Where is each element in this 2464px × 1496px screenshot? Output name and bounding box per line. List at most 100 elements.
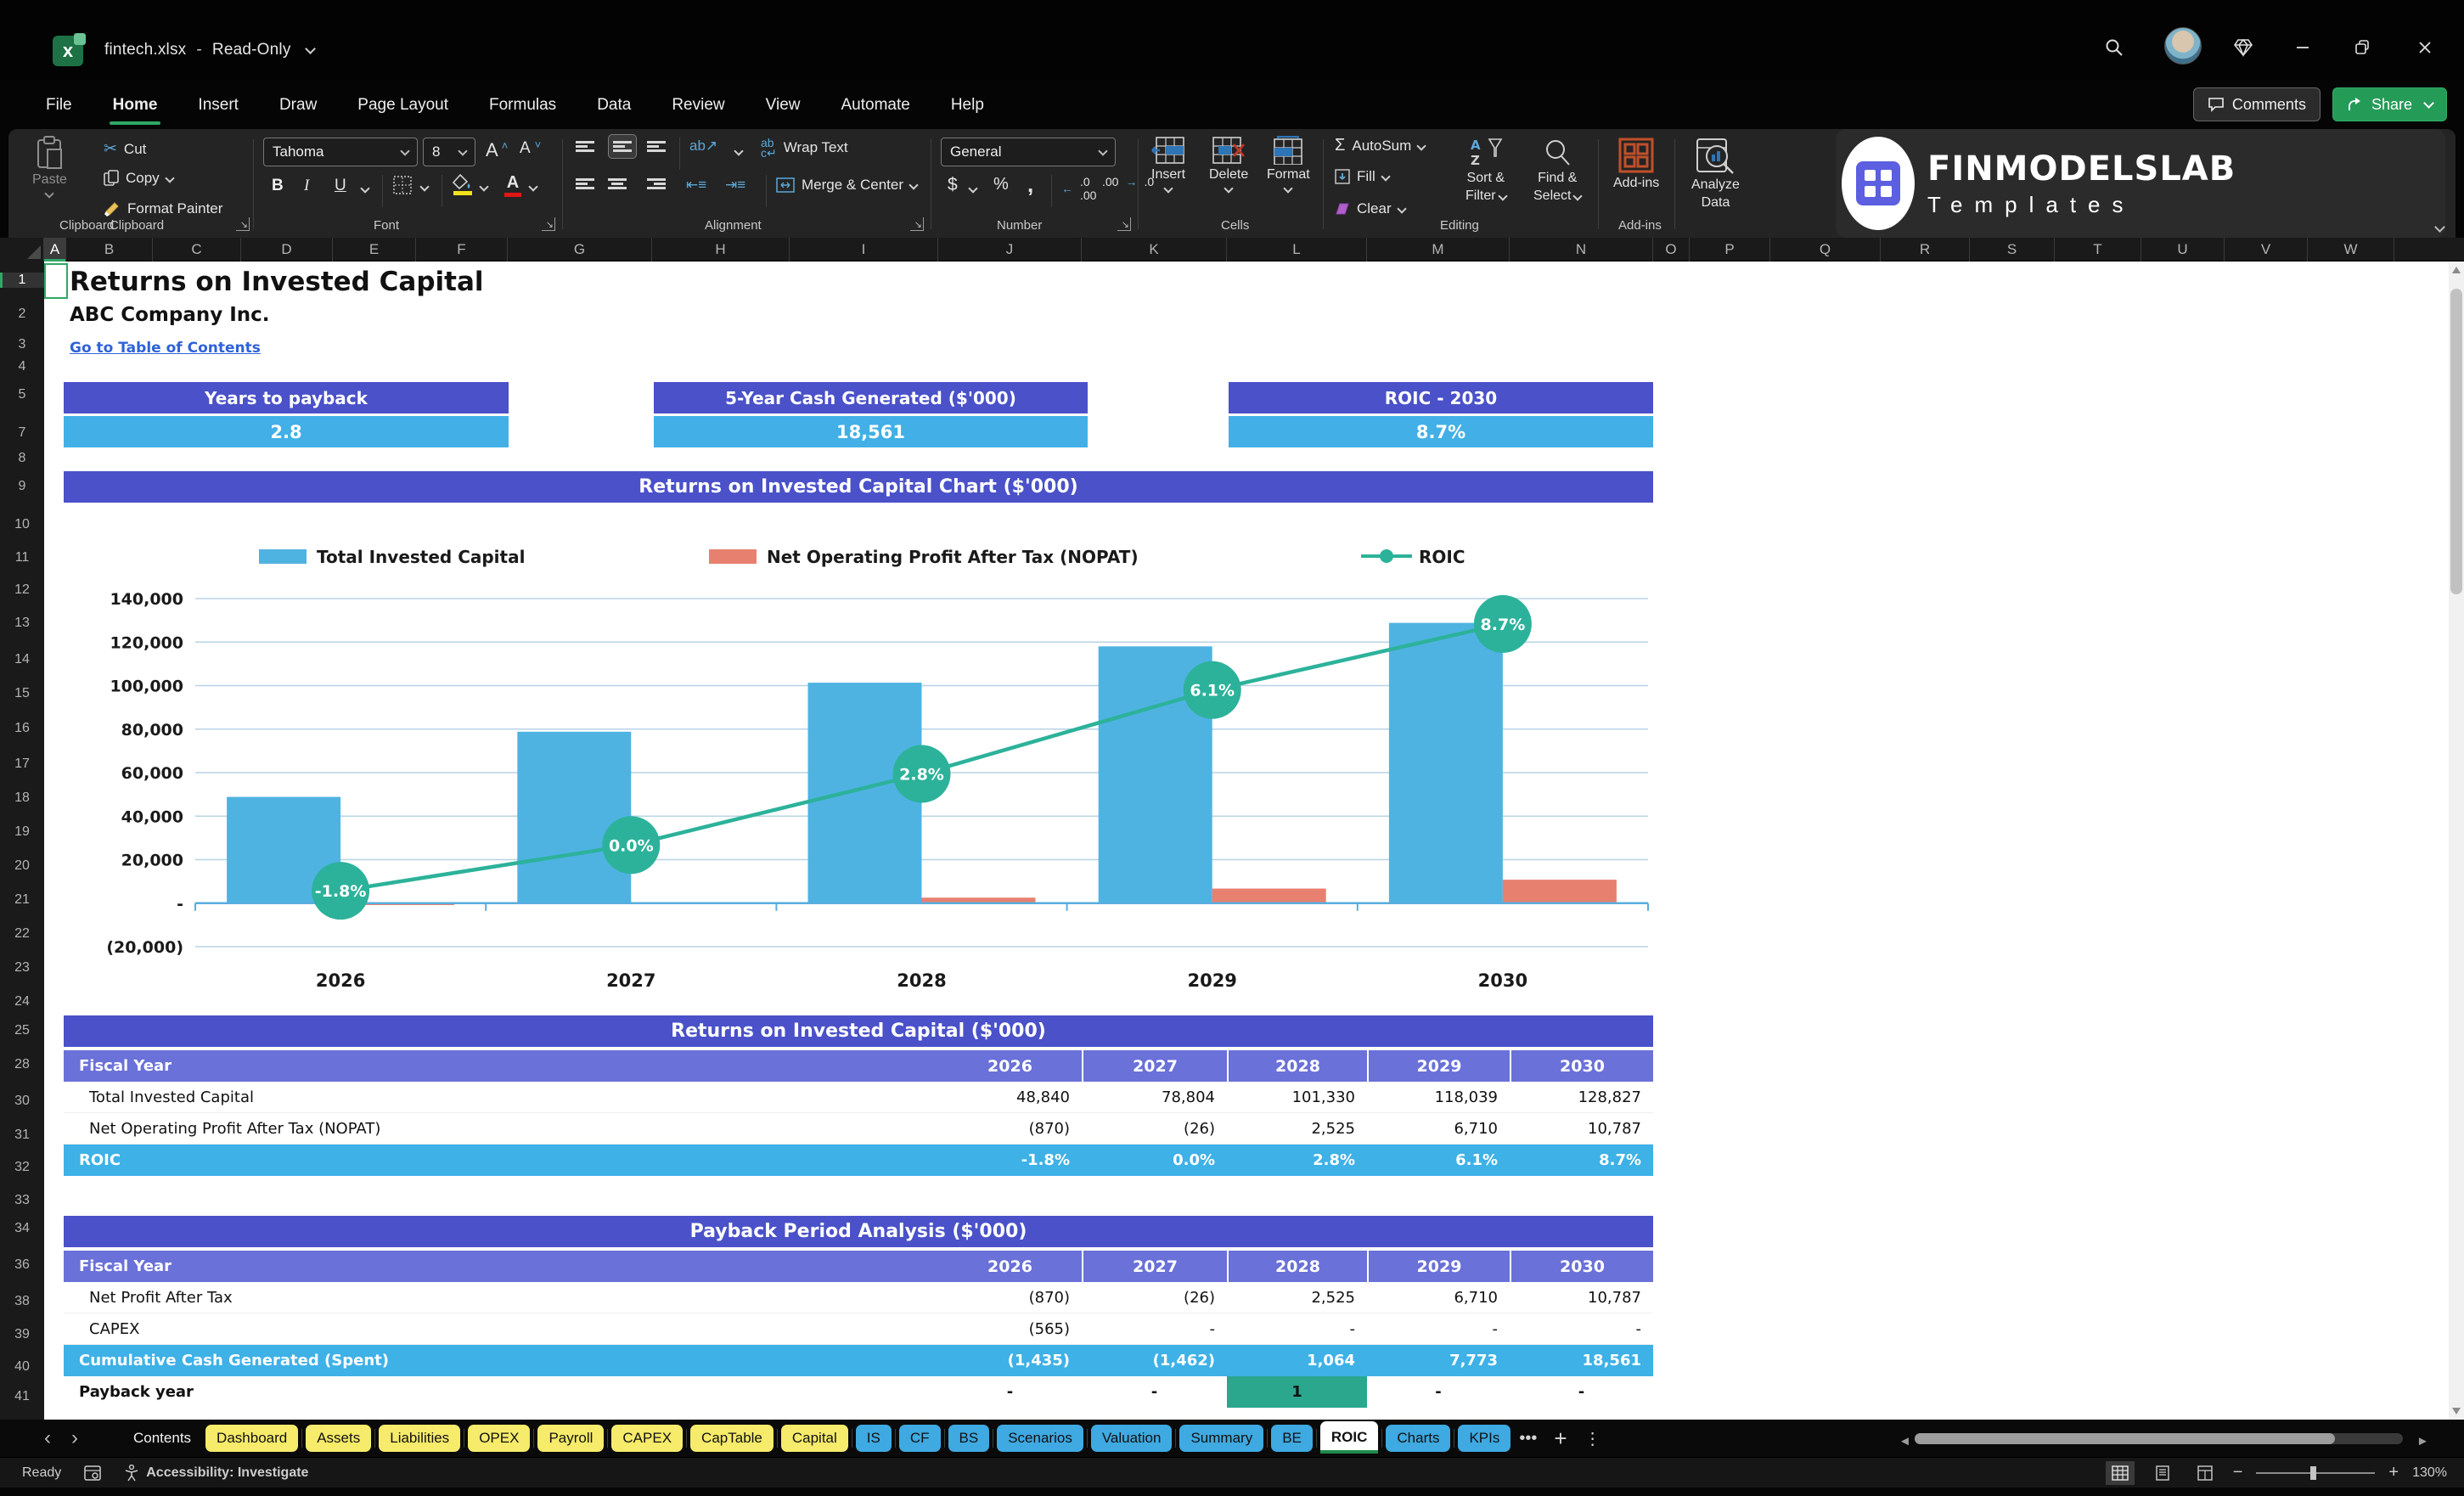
vertical-scroll-thumb[interactable] [2450, 289, 2462, 594]
number-format-combo[interactable]: General [941, 138, 1116, 166]
sheet-tab-kpis[interactable]: KPIs [1458, 1425, 1511, 1452]
row-header-14[interactable]: 14 [0, 652, 44, 667]
share-button[interactable]: Share [2332, 87, 2447, 121]
row-header-3[interactable]: 3 [0, 337, 44, 352]
align-center-button[interactable] [608, 177, 627, 191]
accounting-format-button[interactable]: $ [948, 175, 958, 195]
column-header-V[interactable]: V [2225, 238, 2308, 262]
horizontal-scroll-thumb[interactable] [1915, 1433, 2335, 1444]
decrease-font-button[interactable]: A ˅ [520, 138, 541, 158]
comments-button[interactable]: Comments [2192, 87, 2321, 121]
select-all-corner[interactable] [0, 238, 44, 262]
column-header-T[interactable]: T [2055, 238, 2141, 262]
fill-color-button[interactable] [452, 173, 474, 195]
increase-indent-button[interactable]: ⇥≡ [725, 177, 745, 194]
column-header-W[interactable]: W [2308, 238, 2394, 262]
scroll-up-arrow-icon[interactable] [2452, 267, 2461, 273]
column-header-G[interactable]: G [508, 238, 652, 262]
row-header-28[interactable]: 28 [0, 1057, 44, 1072]
row-header-8[interactable]: 8 [0, 451, 44, 466]
search-icon[interactable] [2097, 31, 2131, 65]
increase-decimal-button[interactable]: ← .0.00 [1061, 175, 1096, 202]
analyze-data-button[interactable]: Analyze Data [1691, 138, 1740, 211]
row-header-9[interactable]: 9 [0, 479, 44, 494]
page-layout-view-button[interactable] [2148, 1461, 2177, 1485]
row-header-11[interactable]: 11 [0, 550, 44, 565]
sheet-tab-charts[interactable]: Charts [1386, 1425, 1451, 1452]
percent-style-button[interactable]: % [993, 175, 1009, 194]
sheet-tab-assets[interactable]: Assets [306, 1425, 372, 1452]
row-header-31[interactable]: 31 [0, 1128, 44, 1143]
sheet-options-button[interactable]: ⋮ [1576, 1428, 1610, 1449]
row-header-21[interactable]: 21 [0, 892, 44, 908]
row-header-40[interactable]: 40 [0, 1359, 44, 1375]
cut-button[interactable]: ✂ Cut [104, 139, 146, 159]
row-header-23[interactable]: 23 [0, 960, 44, 976]
zoom-slider[interactable] [2256, 1465, 2376, 1480]
table-row-net-profit-after-tax[interactable]: Net Profit After Tax (870) (26) 2,525 6,710 1… [64, 1282, 1653, 1313]
font-dialog-launcher[interactable] [542, 217, 555, 231]
menu-tab-review[interactable]: Review [651, 87, 745, 123]
sheet-tab-captable[interactable]: CapTable [690, 1425, 774, 1452]
sheet-tab-contents[interactable]: Contents [122, 1425, 202, 1452]
font-name-combo[interactable]: Tahoma [263, 138, 418, 166]
column-header-S[interactable]: S [1970, 238, 2055, 262]
orientation-button[interactable]: ab↗ [689, 138, 717, 155]
menu-tab-home[interactable]: Home [93, 87, 178, 125]
menu-tab-page-layout[interactable]: Page Layout [337, 87, 469, 123]
horizontal-scrollbar[interactable] [1915, 1433, 2403, 1444]
row-header-20[interactable]: 20 [0, 858, 44, 874]
column-header-B[interactable]: B [66, 238, 153, 262]
sheet-tab-roic[interactable]: ROIC [1319, 1421, 1379, 1454]
row-header-22[interactable]: 22 [0, 926, 44, 942]
row-header-10[interactable]: 10 [0, 517, 44, 532]
zoom-in-button[interactable]: + [2388, 1463, 2399, 1482]
worksheet[interactable]: Returns on Invested Capital ABC Company … [44, 262, 2449, 1420]
table-of-contents-link[interactable]: Go to Table of Contents [70, 340, 261, 357]
align-middle-button[interactable] [608, 134, 637, 159]
menu-tab-data[interactable]: Data [577, 87, 651, 123]
underline-button[interactable]: U [335, 177, 346, 195]
row-header-16[interactable]: 16 [0, 721, 44, 736]
paste-button[interactable]: Paste [32, 136, 67, 199]
sheet-tab-bs[interactable]: BS [948, 1425, 990, 1452]
row-header-4[interactable]: 4 [0, 359, 44, 374]
sheet-tab-capex[interactable]: CAPEX [611, 1425, 684, 1452]
menu-tab-insert[interactable]: Insert [177, 87, 259, 123]
add-ins-button[interactable]: Add-ins [1613, 138, 1659, 191]
decrease-indent-button[interactable]: ⇤≡ [686, 177, 706, 194]
close-button[interactable] [2408, 31, 2442, 65]
column-header-H[interactable]: H [652, 238, 790, 262]
menu-tab-view[interactable]: View [745, 87, 821, 123]
fill-button[interactable]: Fill [1335, 168, 1391, 185]
menu-tab-help[interactable]: Help [931, 87, 1004, 123]
number-dialog-launcher[interactable] [1117, 217, 1131, 231]
column-header-J[interactable]: J [938, 238, 1082, 262]
row-header-30[interactable]: 30 [0, 1094, 44, 1109]
sheet-tab-dashboard[interactable]: Dashboard [205, 1425, 299, 1452]
decrease-decimal-button[interactable]: .00 → .0 [1102, 175, 1154, 188]
row-header-38[interactable]: 38 [0, 1294, 44, 1309]
sheet-tab-is[interactable]: IS [855, 1425, 892, 1452]
wrap-text-button[interactable]: ab c↵ Wrap Text [761, 137, 848, 159]
clear-button[interactable]: Clear [1335, 200, 1407, 217]
row-header-2[interactable]: 2 [0, 307, 44, 322]
row-header-39[interactable]: 39 [0, 1327, 44, 1342]
scroll-down-arrow-icon[interactable] [2452, 1408, 2461, 1414]
format-painter-button[interactable]: Format Painter [104, 200, 222, 217]
selected-cell-a1[interactable] [44, 263, 68, 299]
table-row-net-operating-profit-after-tax-nopat-[interactable]: Net Operating Profit After Tax (NOPAT) (8… [64, 1113, 1653, 1144]
menu-tab-draw[interactable]: Draw [259, 87, 337, 123]
sort-filter-button[interactable]: AZ Sort & Filter [1465, 138, 1508, 204]
align-left-button[interactable] [576, 177, 594, 191]
column-header-A[interactable]: A [44, 238, 66, 262]
row-header-13[interactable]: 13 [0, 616, 44, 631]
alignment-dialog-launcher[interactable] [910, 217, 924, 231]
sheet-tab-summary[interactable]: Summary [1179, 1425, 1264, 1452]
more-sheets-button[interactable]: ••• [1510, 1429, 1545, 1448]
avatar[interactable] [2164, 27, 2202, 65]
column-header-U[interactable]: U [2141, 238, 2225, 262]
table-row-cumulative-cash-generated-spent-[interactable]: Cumulative Cash Generated (Spent) (1,435)… [64, 1345, 1653, 1376]
comma-style-button[interactable]: , [1027, 172, 1033, 198]
column-header-L[interactable]: L [1227, 238, 1367, 262]
